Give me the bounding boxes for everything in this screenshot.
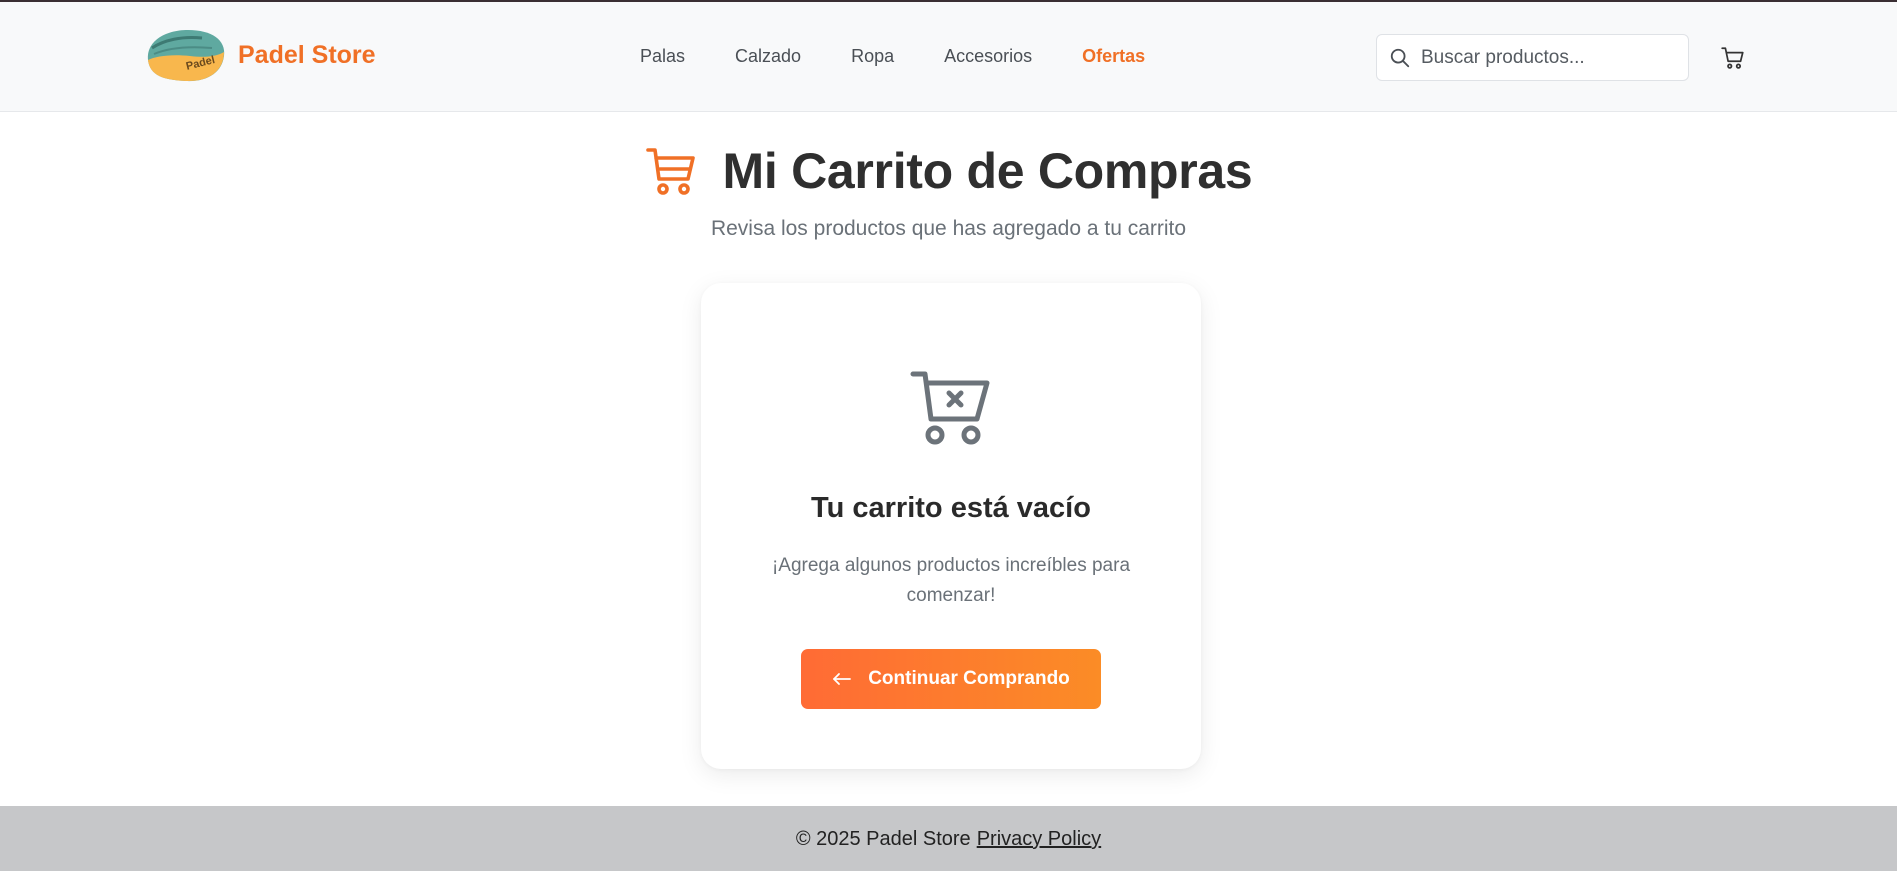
page-title: Mi Carrito de Compras: [722, 143, 1253, 199]
page-subtitle: Revisa los productos que has agregado a …: [710, 217, 1187, 240]
page-title-row: Mi Carrito de Compras: [0, 142, 1897, 200]
continue-shopping-label: Continuar Comprando: [868, 668, 1070, 689]
padel-logo-icon: Padel: [147, 30, 225, 82]
search-icon: [1390, 48, 1410, 67]
arrow-left-icon: [833, 673, 852, 685]
nav-item-palas[interactable]: Palas: [640, 46, 685, 67]
nav-item-ofertas[interactable]: Ofertas: [1082, 46, 1145, 67]
site-header: Padel Padel Store Palas Calzado Ropa Acc…: [0, 2, 1897, 112]
cart-x-icon: [910, 371, 990, 445]
privacy-policy-link[interactable]: Privacy Policy: [977, 828, 1101, 851]
empty-cart-heading: Tu carrito está vacío: [811, 492, 1091, 524]
logo-link[interactable]: Padel Padel Store: [142, 26, 376, 84]
site-footer: © 2025 Padel Store Privacy Policy: [0, 806, 1897, 871]
nav-item-accesorios[interactable]: Accesorios: [944, 46, 1032, 67]
nav-item-ropa[interactable]: Ropa: [851, 46, 894, 67]
search-input[interactable]: [1421, 46, 1671, 69]
footer-copyright: © 2025 Padel Store: [795, 828, 971, 850]
main-nav: Palas Calzado Ropa Accesorios Ofertas: [640, 46, 1195, 67]
search-box: [1376, 34, 1689, 81]
continue-shopping-button[interactable]: Continuar Comprando: [801, 649, 1101, 709]
cart-icon[interactable]: [1720, 45, 1746, 71]
nav-item-calzado[interactable]: Calzado: [735, 46, 801, 67]
cart-icon: [645, 148, 695, 195]
empty-cart-text: ¡Agrega algunos productos increíbles par…: [771, 555, 1131, 606]
brand-name: Padel Store: [238, 40, 376, 69]
empty-cart-card: Tu carrito está vacío ¡Agrega algunos pr…: [701, 283, 1201, 769]
